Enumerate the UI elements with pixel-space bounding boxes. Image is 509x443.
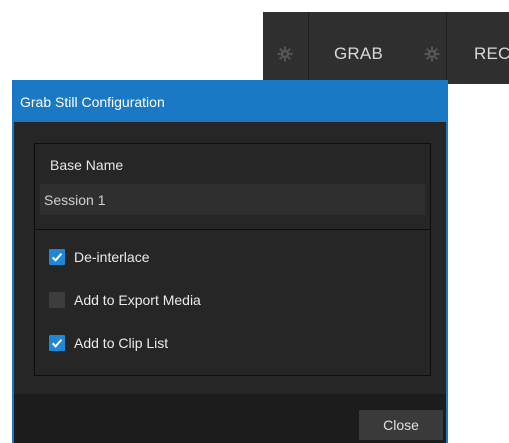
grab-still-config-dialog: Grab Still Configuration Base Name De-in… [12, 80, 448, 443]
panel-divider [35, 229, 430, 230]
screen: GRAB REC Grab Still Configuration Base N… [0, 0, 509, 443]
toolbar-divider [308, 12, 309, 84]
add-to-clip-list-label: Add to Clip List [74, 335, 169, 351]
add-to-clip-list-checkbox[interactable]: Add to Clip List [49, 333, 168, 353]
rec-button[interactable]: REC [474, 44, 509, 64]
base-name-input[interactable] [40, 184, 425, 215]
deinterlace-label: De-interlace [74, 249, 150, 265]
dialog-footer: Close [14, 394, 446, 443]
settings-panel: Base Name De-interlace Add to Export Med… [34, 143, 431, 376]
base-name-label: Base Name [50, 157, 124, 173]
deinterlace-checkbox[interactable]: De-interlace [49, 247, 149, 267]
toolbar-divider [446, 12, 447, 84]
checkbox-checked-icon[interactable] [49, 249, 65, 265]
checkbox-unchecked-icon[interactable] [49, 292, 65, 308]
gear-icon[interactable] [276, 45, 294, 63]
grab-button[interactable]: GRAB [334, 44, 383, 64]
close-button[interactable]: Close [359, 410, 443, 440]
dialog-titlebar[interactable]: Grab Still Configuration [14, 82, 446, 122]
dialog-body: Base Name De-interlace Add to Export Med… [14, 122, 446, 394]
add-to-export-media-label: Add to Export Media [74, 292, 201, 308]
gear-icon[interactable] [423, 45, 441, 63]
add-to-export-media-checkbox[interactable]: Add to Export Media [49, 290, 201, 310]
top-toolbar: GRAB REC [263, 12, 509, 84]
checkbox-checked-icon[interactable] [49, 335, 65, 351]
dialog-title: Grab Still Configuration [20, 94, 165, 110]
